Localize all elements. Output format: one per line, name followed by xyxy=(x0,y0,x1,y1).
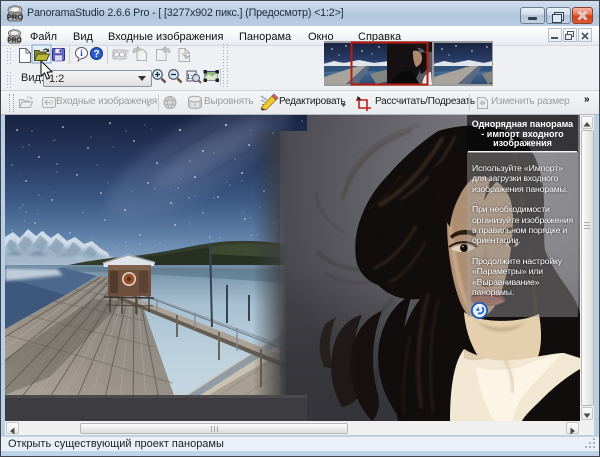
svg-text:?: ? xyxy=(93,49,99,60)
svg-text:PRO: PRO xyxy=(7,13,23,22)
svg-text:PRO: PRO xyxy=(7,37,21,44)
